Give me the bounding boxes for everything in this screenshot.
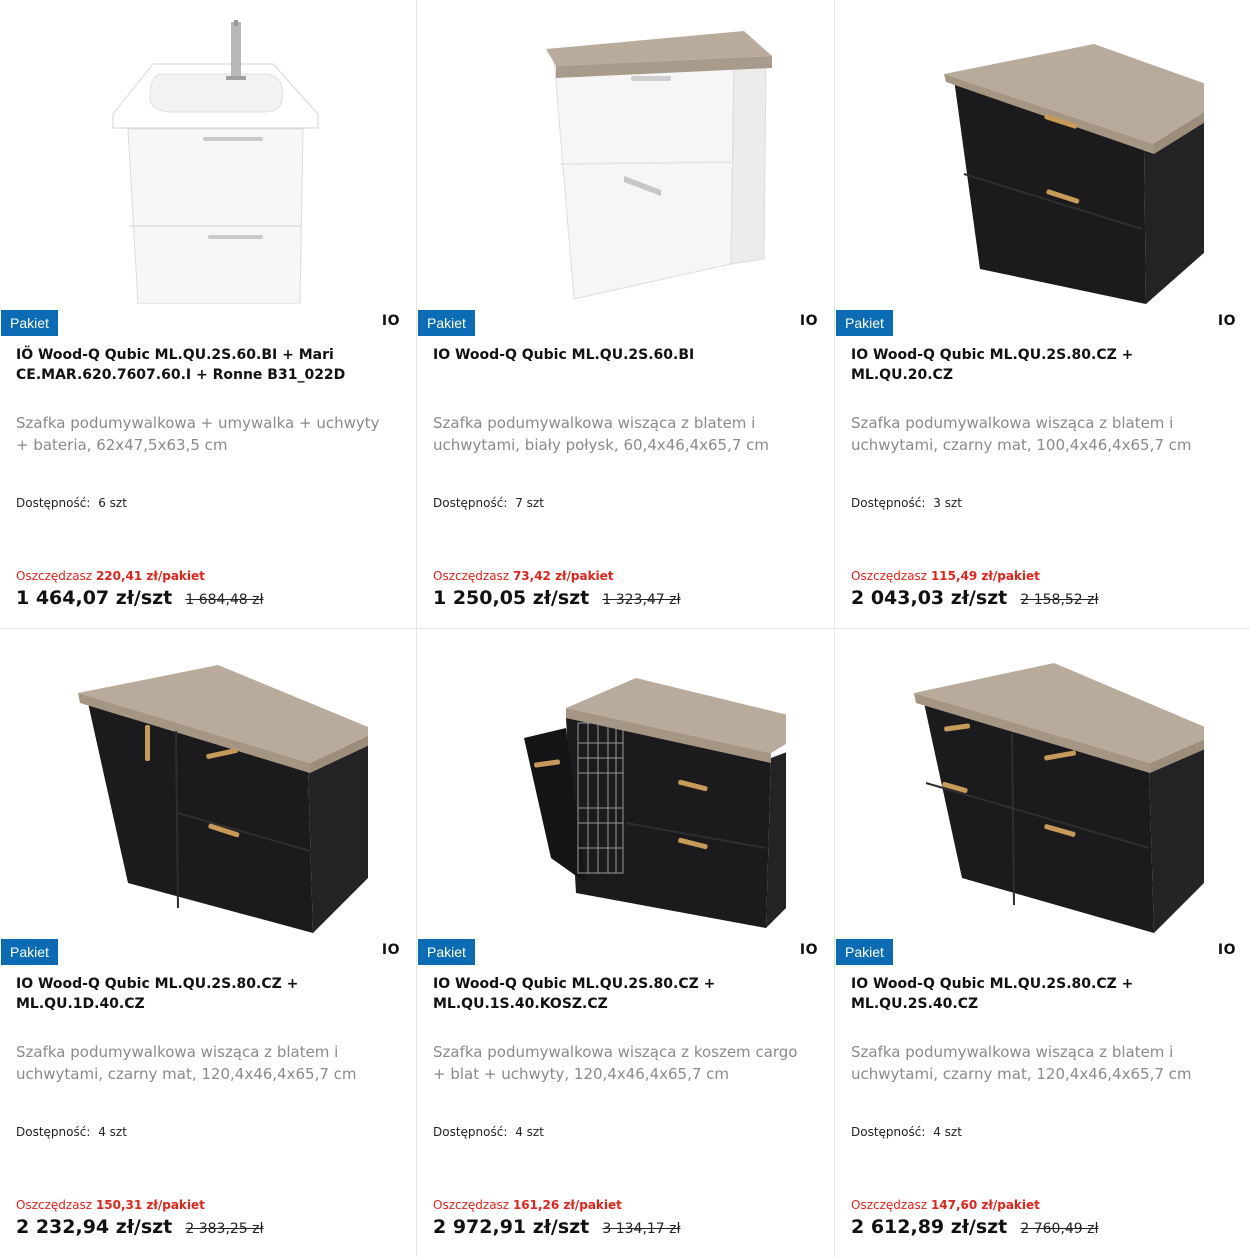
black-vanity-with-cargo-basket-icon [523,678,786,928]
product-image[interactable] [835,0,1250,308]
product-title[interactable]: IO Wood-Q Qubic ML.QU.2S.80.CZ + ML.QU.2… [851,345,1212,385]
black-vanity-four-drawers-icon [913,663,1204,933]
product-title[interactable]: IO Wood-Q Qubic ML.QU.2S.80.CZ + ML.QU.1… [433,974,794,1014]
brand-label: IO [1217,942,1236,958]
product-title[interactable]: IO Wood-Q Qubic ML.QU.2S.60.BI [433,345,794,365]
package-badge: Pakiet [1,310,58,336]
old-price: 2 158,52 zł [1020,592,1099,608]
product-title[interactable]: IO Wood-Q Qubic ML.QU.2S.80.CZ + ML.QU.2… [851,974,1212,1014]
availability-value: 6 szt [98,496,127,510]
availability: Dostępność: 7 szt [433,496,544,510]
availability-value: 3 szt [933,496,962,510]
availability-label: Dostępność: [433,1125,508,1139]
white-vanity-with-basin-icon [112,20,319,304]
product-card[interactable]: Pakiet IO IO Wood-Q Qubic ML.QU.2S.80.CZ… [835,0,1250,628]
availability-label: Dostępność: [16,496,91,510]
availability-label: Dostępność: [851,496,926,510]
availability: Dostępność: 4 szt [851,1125,962,1139]
price-row: 1 250,05 zł/szt 1 323,47 zł [433,587,681,609]
product-description: Szafka podumywalkowa wisząca z koszem ca… [433,1043,798,1083]
product-card[interactable]: Pakiet IO IO Wood-Q Qubic ML.QU.2S.60.BI… [417,0,834,628]
availability-value: 4 szt [515,1125,544,1139]
product-description: Szafka podumywalkowa wisząca z blatem i … [851,1043,1192,1083]
package-badge: Pakiet [836,939,893,965]
product-card[interactable]: Pakiet IO IO Wood-Q Qubic ML.QU.2S.80.CZ… [0,629,416,1258]
product-card[interactable]: Pakiet IO IO Wood-Q Qubic ML.QU.2S.80.CZ… [835,629,1250,1258]
product-image[interactable] [0,629,416,937]
availability-label: Dostępność: [851,1125,926,1139]
current-price: 2 972,91 zł/szt [433,1216,590,1238]
black-vanity-with-shelf-icon [943,44,1204,304]
product-description: Szafka podumywalkowa wisząca z blatem i … [16,1043,357,1083]
old-price: 1 323,47 zł [602,592,681,608]
savings: Oszczędzasz 73,42 zł/pakiet [433,569,614,583]
package-badge: Pakiet [1,939,58,965]
current-price: 2 232,94 zł/szt [16,1216,173,1238]
product-description: Szafka podumywalkowa + umywalka + uchwyt… [16,414,380,454]
savings-label: Oszczędzasz [851,569,928,583]
savings: Oszczędzasz 161,26 zł/pakiet [433,1198,622,1212]
savings: Oszczędzasz 220,41 zł/pakiet [16,569,205,583]
price-row: 2 043,03 zł/szt 2 158,52 zł [851,587,1099,609]
old-price: 1 684,48 zł [185,592,264,608]
product-title[interactable]: IO Wood-Q Qubic ML.QU.2S.80.CZ + ML.QU.1… [16,974,376,1014]
availability-label: Dostępność: [433,496,508,510]
savings-amount: 147,60 zł/pakiet [930,1198,1040,1212]
savings-label: Oszczędzasz [851,1198,928,1212]
product-image[interactable] [417,629,834,937]
brand-label: IO [799,313,818,329]
product-description: Szafka podumywalkowa wisząca z blatem i … [851,414,1192,454]
price-row: 2 232,94 zł/szt 2 383,25 zł [16,1216,264,1238]
current-price: 1 250,05 zł/szt [433,587,590,609]
product-card[interactable]: Pakiet IO IO Wood-Q Qubic ML.QU.2S.80.CZ… [417,629,834,1258]
brand-label: IO [799,942,818,958]
price-row: 1 464,07 zł/szt 1 684,48 zł [16,587,264,609]
price-row: 2 972,91 zł/szt 3 134,17 zł [433,1216,681,1238]
current-price: 2 043,03 zł/szt [851,587,1008,609]
availability-value: 7 szt [515,496,544,510]
availability: Dostępność: 4 szt [433,1125,544,1139]
savings-amount: 220,41 zł/pakiet [95,569,205,583]
black-vanity-with-door-icon [78,665,368,933]
brand-label: IO [1217,313,1236,329]
current-price: 2 612,89 zł/szt [851,1216,1008,1238]
brand-label: IO [381,942,400,958]
savings-label: Oszczędzasz [433,569,510,583]
product-title[interactable]: IÖ Wood-Q Qubic ML.QU.2S.60.BI + Mari CE… [16,345,376,385]
product-image[interactable] [417,0,834,308]
product-image[interactable] [0,0,416,308]
savings-label: Oszczędzasz [16,569,93,583]
availability: Dostępność: 3 szt [851,496,962,510]
price-row: 2 612,89 zł/szt 2 760,49 zł [851,1216,1099,1238]
brand-label: IO [381,313,400,329]
availability: Dostępność: 4 szt [16,1125,127,1139]
old-price: 2 760,49 zł [1020,1221,1099,1237]
savings-label: Oszczędzasz [433,1198,510,1212]
savings-amount: 73,42 zł/pakiet [512,569,614,583]
savings-amount: 150,31 zł/pakiet [95,1198,205,1212]
availability: Dostępność: 6 szt [16,496,127,510]
product-card[interactable]: Pakiet IO IÖ Wood-Q Qubic ML.QU.2S.60.BI… [0,0,416,628]
white-vanity-with-worktop-icon [545,31,772,300]
savings-label: Oszczędzasz [16,1198,93,1212]
availability-value: 4 szt [933,1125,962,1139]
old-price: 2 383,25 zł [185,1221,264,1237]
availability-value: 4 szt [98,1125,127,1139]
savings-amount: 161,26 zł/pakiet [512,1198,622,1212]
package-badge: Pakiet [418,939,475,965]
old-price: 3 134,17 zł [602,1221,681,1237]
current-price: 1 464,07 zł/szt [16,587,173,609]
savings-amount: 115,49 zł/pakiet [930,569,1040,583]
product-grid: Pakiet IO IÖ Wood-Q Qubic ML.QU.2S.60.BI… [0,0,1250,1258]
product-description: Szafka podumywalkowa wisząca z blatem i … [433,414,770,454]
savings: Oszczędzasz 115,49 zł/pakiet [851,569,1040,583]
savings: Oszczędzasz 150,31 zł/pakiet [16,1198,205,1212]
savings: Oszczędzasz 147,60 zł/pakiet [851,1198,1040,1212]
availability-label: Dostępność: [16,1125,91,1139]
product-image[interactable] [835,629,1250,937]
package-badge: Pakiet [418,310,475,336]
package-badge: Pakiet [836,310,893,336]
